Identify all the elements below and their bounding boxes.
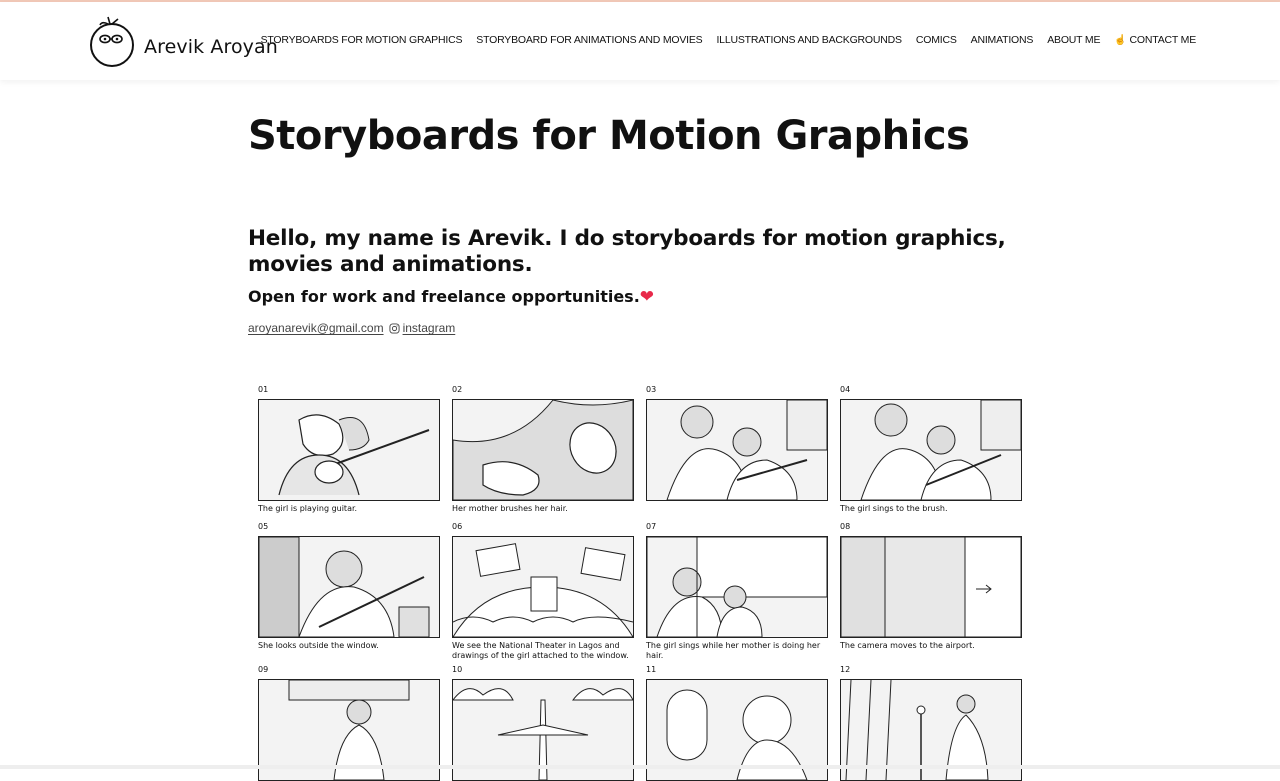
- frame-number: 07: [646, 522, 657, 531]
- storyboard-frame: 04 The girl sings to the brush.: [840, 385, 1022, 513]
- frame-image: [646, 399, 828, 501]
- frame-number: 08: [840, 522, 851, 531]
- storyboard-frame: 01 The girl is playing guitar.: [258, 385, 440, 513]
- email-link[interactable]: aroyanarevik@gmail.com: [248, 321, 384, 335]
- frame-number: 11: [646, 665, 657, 674]
- availability-label: Open for work and freelance opportunitie…: [248, 287, 640, 306]
- instagram-icon: [389, 322, 400, 334]
- frame-image: [840, 399, 1022, 501]
- storyboard-frame: 08 The camera moves to the airport.: [840, 522, 1022, 650]
- instagram-link[interactable]: instagram: [403, 321, 456, 335]
- frame-caption: The girl is playing guitar.: [258, 504, 358, 513]
- nav-contact-label: CONTACT ME: [1129, 34, 1197, 46]
- frame-number: 03: [646, 385, 657, 394]
- frame-number: 10: [452, 665, 463, 674]
- frame-number: 04: [840, 385, 851, 394]
- heart-icon: ❤: [639, 287, 655, 307]
- pointing-hand-icon: ☝: [1114, 35, 1127, 46]
- frame-image: [258, 536, 440, 638]
- storyboard-frame: 06 We see the National Theater in Lagos …: [452, 522, 634, 660]
- nav-animations[interactable]: ANIMATIONS: [971, 34, 1034, 46]
- frame-caption: We see the National Theater in Lagos and…: [452, 641, 629, 660]
- frame-number: 06: [452, 522, 463, 531]
- contact-links: aroyanarevik@gmail.com instagram: [248, 321, 455, 335]
- storyboard-frame: 05 She looks outside the window.: [258, 522, 440, 650]
- frame-image: [646, 536, 828, 638]
- storyboard-frame: 11: [646, 665, 828, 781]
- frame-caption: She looks outside the window.: [258, 641, 379, 650]
- frame-image: [258, 399, 440, 501]
- frame-image: [452, 399, 634, 501]
- nav-storyboard-animations-movies[interactable]: STORYBOARD FOR ANIMATIONS AND MOVIES: [476, 34, 702, 46]
- site-header: Arevik Aroyan STORYBOARDS FOR MOTION GRA…: [0, 2, 1280, 80]
- nav-about-me[interactable]: ABOUT ME: [1047, 34, 1100, 46]
- frame-number: 05: [258, 522, 269, 531]
- frame-number: 12: [840, 665, 851, 674]
- tomato-face-icon: [90, 16, 134, 67]
- storyboard-frame: 03: [646, 385, 828, 501]
- storyboard-frame: 10: [452, 665, 634, 781]
- storyboard-frame: 07 The girl sings while her mother is do…: [646, 522, 828, 660]
- nav-contact-me[interactable]: ☝ CONTACT ME: [1114, 34, 1196, 46]
- availability-text: Open for work and freelance opportunitie…: [248, 287, 654, 307]
- storyboard-frame: 09: [258, 665, 440, 781]
- nav-storyboards-motion-graphics[interactable]: STORYBOARDS FOR MOTION GRAPHICS: [261, 34, 463, 46]
- nav-comics[interactable]: COMICS: [916, 34, 957, 46]
- main-nav: STORYBOARDS FOR MOTION GRAPHICS STORYBOA…: [261, 34, 1197, 46]
- frame-number: 01: [258, 385, 269, 394]
- frame-caption: The camera moves to the airport.: [840, 641, 975, 650]
- frame-number: 02: [452, 385, 463, 394]
- intro-heading: Hello, my name is Arevik. I do storyboar…: [248, 226, 1006, 277]
- bottom-shade: [0, 765, 1280, 769]
- frame-image: [840, 536, 1022, 638]
- frame-caption: The girl sings while her mother is doing…: [646, 641, 821, 660]
- site-name: Arevik Aroyan: [144, 36, 278, 58]
- frame-caption: Her mother brushes her hair.: [452, 504, 568, 513]
- page-title: Storyboards for Motion Graphics: [248, 113, 970, 159]
- site-logo[interactable]: Arevik Aroyan: [88, 12, 288, 70]
- storyboard-frame: 12: [840, 665, 1022, 781]
- nav-illustrations-backgrounds[interactable]: ILLUSTRATIONS AND BACKGROUNDS: [716, 34, 902, 46]
- frame-number: 09: [258, 665, 269, 674]
- storyboard-frame: 02 Her mother brushes her hair.: [452, 385, 634, 513]
- frame-image: [452, 536, 634, 638]
- frame-caption: The girl sings to the brush.: [840, 504, 948, 513]
